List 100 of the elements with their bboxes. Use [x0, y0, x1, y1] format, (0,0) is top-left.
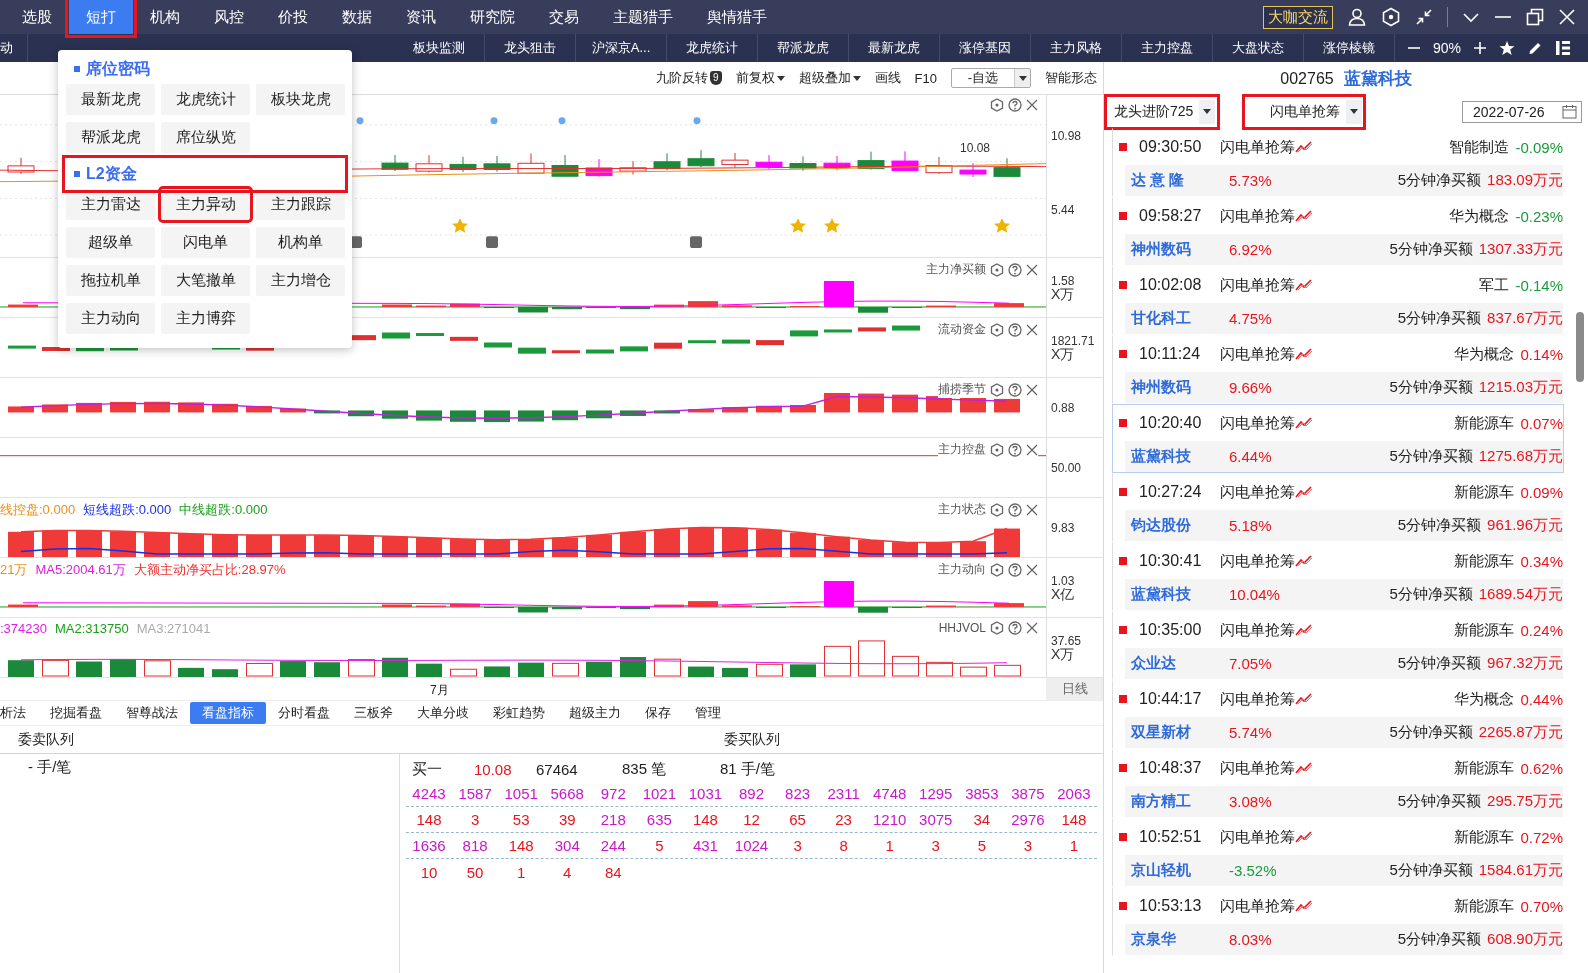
menu-item[interactable]: 主力增仓	[256, 265, 345, 296]
tab[interactable]: 分时看盘	[266, 702, 342, 724]
tab[interactable]: 帮派龙虎	[758, 34, 849, 62]
feed-entry[interactable]: 10:53:13 闪电单抢筹 新能源车 0.70% 京泉华 8.03% 5分钟净买额 608.90万元	[1112, 887, 1564, 956]
dropdown-field[interactable]: 闪电单抢筹	[1246, 97, 1362, 126]
tab[interactable]: 保存	[633, 702, 683, 724]
menu-item[interactable]: 资讯	[389, 0, 453, 34]
tab[interactable]: 主力风格	[1031, 34, 1122, 62]
stock-link[interactable]: 双星新材	[1131, 723, 1229, 742]
tab[interactable]: 大盘状态	[1213, 34, 1304, 62]
menu-item[interactable]: 板块龙虎	[256, 84, 345, 115]
community-button[interactable]: 大咖交流	[1263, 5, 1333, 29]
tab[interactable]: 超级主力	[557, 702, 633, 724]
menu-item[interactable]: 主力跟踪	[256, 189, 345, 220]
menu-item[interactable]: 主力博弈	[161, 303, 250, 334]
menu-item[interactable]: 闪电单	[161, 227, 250, 258]
axis-label: 1.58	[1051, 274, 1076, 287]
tab[interactable]: 智尊战法	[114, 702, 190, 724]
dropdown-button[interactable]: 超级叠加	[798, 69, 861, 87]
stock-link[interactable]: 蓝黛科技	[1131, 447, 1229, 466]
menu-item[interactable]: 主题猎手	[596, 0, 690, 34]
date-field[interactable]: 2022-07-26	[1462, 100, 1582, 123]
tab[interactable]: 析法	[0, 702, 38, 724]
table-cell-text: 431	[691, 837, 719, 854]
tab[interactable]: 涨停基因	[940, 34, 1031, 62]
stock-link[interactable]: 达 意 隆	[1131, 171, 1229, 190]
tab[interactable]: 涨停棱镜	[1304, 34, 1395, 62]
tab[interactable]: 龙虎统计	[667, 34, 758, 62]
tab[interactable]: 龙头狙击	[485, 34, 576, 62]
feed-entry[interactable]: 09:58:27 闪电单抢筹 华为概念 -0.23% 神州数码 6.92% 5分钟净买额 1307.33万元	[1112, 197, 1564, 266]
feed-entry[interactable]: 10:02:08 闪电单抢筹 军工 -0.14% 甘化科工 4.75% 5分钟净买额 837.67万元	[1112, 266, 1564, 335]
menu-item[interactable]: 主力异动	[161, 189, 250, 220]
menu-item[interactable]: 超级单	[66, 227, 155, 258]
menu-item[interactable]: 机构	[133, 0, 197, 34]
toolbar-button[interactable]: 画线	[874, 69, 901, 87]
menu-item[interactable]: 选股	[5, 0, 69, 34]
feed-entry[interactable]: 10:52:51 闪电单抢筹 新能源车 0.72% 京山轻机 -3.52% 5分钟净买额 1584.61万元	[1112, 818, 1564, 887]
menu-item[interactable]: 龙虎统计	[161, 84, 250, 115]
dropdown-button[interactable]: 前复权	[735, 69, 785, 87]
table-cell-text: 12	[742, 811, 761, 828]
tab[interactable]: 主力控盘	[1122, 34, 1213, 62]
stock-link[interactable]: 京泉华	[1131, 930, 1229, 949]
tab[interactable]: 管理	[683, 702, 733, 724]
stock-link[interactable]: 蓝黛科技	[1131, 585, 1229, 604]
tab[interactable]: 板块监测	[394, 34, 485, 62]
signal-text: 闪电单抢筹	[1220, 689, 1295, 709]
feed-entry[interactable]: 10:44:17 闪电单抢筹 华为概念 0.44% 双星新材 5.74% 5分钟净买额 2265.87万元	[1112, 680, 1564, 749]
menu-item[interactable]: 研究院	[453, 0, 532, 34]
menu-item[interactable]: 价投	[261, 0, 325, 34]
tab[interactable]: 沪深京A...	[576, 34, 667, 62]
menu-item[interactable]: 风控	[197, 0, 261, 34]
time-text: 09:30:50	[1139, 138, 1203, 156]
stock-link[interactable]: 甘化科工	[1131, 309, 1229, 328]
feed-entry[interactable]: 10:48:37 闪电单抢筹 新能源车 0.62% 南方精工 3.08% 5分钟净买额 295.75万元	[1112, 749, 1564, 818]
feed-entry[interactable]: 10:11:24 闪电单抢筹 华为概念 0.14% 神州数码 9.66% 5分钟净买额 1215.03万元	[1112, 335, 1564, 404]
feed-entry[interactable]: 10:30:41 闪电单抢筹 新能源车 0.34% 蓝黛科技 10.04% 5分钟净买额 1689.54万元	[1112, 542, 1564, 611]
axis-label: 9.83	[1051, 521, 1076, 534]
stock-link[interactable]: 神州数码	[1131, 378, 1229, 397]
menu-item[interactable]: 主力雷达	[66, 189, 155, 220]
menu-item[interactable]: 舆情猎手	[690, 0, 784, 34]
menu-item[interactable]: 拖拉机单	[66, 265, 155, 296]
menu-item[interactable]: 数据	[325, 0, 389, 34]
tab[interactable]: 看盘指标	[190, 702, 266, 724]
change-text: 0.70%	[1520, 897, 1563, 915]
menu-item[interactable]: 席位纵览	[161, 122, 250, 153]
tab[interactable]: 动	[0, 34, 28, 62]
metric-label: 5分钟净买额	[1397, 516, 1482, 535]
toolbar-button[interactable]: 智能形态	[1045, 69, 1097, 87]
stock-name: 蓝黛科技	[1343, 68, 1412, 90]
select-field[interactable]: -自选	[951, 68, 1031, 88]
stock-link[interactable]: 众业达	[1131, 654, 1229, 673]
toolbar-button[interactable]: 九阶反转	[656, 69, 709, 87]
menu-item[interactable]: 最新龙虎	[66, 84, 155, 115]
panel-title: 捕捞季节	[938, 381, 986, 398]
menu-item[interactable]: 机构单	[256, 227, 345, 258]
feed-entry[interactable]: 10:20:40 闪电单抢筹 新能源车 0.07% 蓝黛科技 6.44% 5分钟净买额 1275.68万元	[1112, 404, 1564, 473]
dropdown-field[interactable]: 龙头进阶725	[1108, 97, 1216, 126]
axis-unit: X万	[1051, 346, 1076, 361]
table-cell-text: 1	[884, 837, 895, 854]
stock-link[interactable]: 京山轻机	[1131, 861, 1229, 880]
time-text: 10:48:37	[1139, 759, 1203, 777]
stock-link[interactable]: 钧达股份	[1131, 516, 1229, 535]
feed-entry[interactable]: 10:27:24 闪电单抢筹 新能源车 0.09% 钧达股份 5.18% 5分钟净买额 961.96万元	[1112, 473, 1564, 542]
menu-item[interactable]: 主力动向	[66, 303, 155, 334]
tab[interactable]: 彩虹趋势	[481, 702, 557, 724]
tab[interactable]: 最新龙虎	[849, 34, 940, 62]
legend-text: MA5:2004.61万	[35, 561, 126, 579]
feed-entry[interactable]: 09:30:50 闪电单抢筹 智能制造 -0.09% 达 意 隆 5.73% 5分钟净买额 183.09万元	[1112, 128, 1564, 197]
toolbar-button[interactable]: F10	[914, 70, 937, 86]
tab[interactable]: 三板斧	[342, 702, 405, 724]
stock-link[interactable]: 南方精工	[1131, 792, 1229, 811]
tab[interactable]: 挖掘看盘	[38, 702, 114, 724]
period-label[interactable]: 日线	[1046, 678, 1103, 700]
menu-item[interactable]: 大笔撤单	[161, 265, 250, 296]
tab[interactable]: 大单分歧	[405, 702, 481, 724]
menu-item[interactable]: 交易	[532, 0, 596, 34]
stock-link[interactable]: 神州数码	[1131, 240, 1229, 259]
signal-text: 闪电单抢筹	[1220, 137, 1295, 157]
feed-entry[interactable]: 10:35:00 闪电单抢筹 新能源车 0.24% 众业达 7.05% 5分钟净买额 967.32万元	[1112, 611, 1564, 680]
menu-item[interactable]: 帮派龙虎	[66, 122, 155, 153]
